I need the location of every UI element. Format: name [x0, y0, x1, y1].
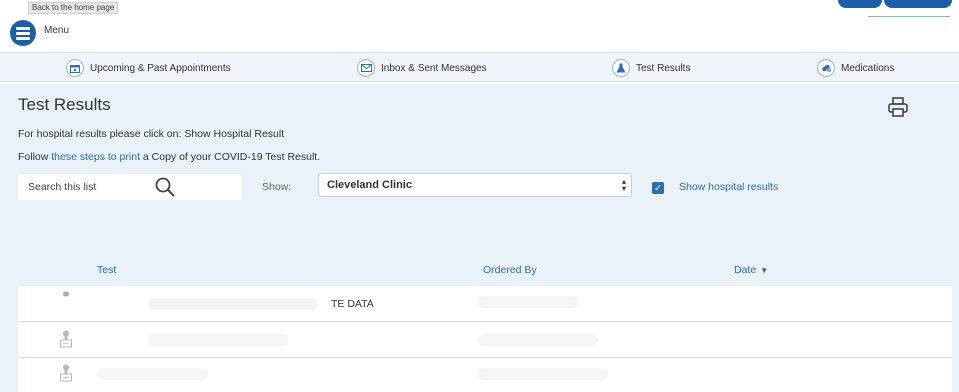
- page-title: Test Results: [18, 95, 111, 114]
- search-icon[interactable]: [154, 176, 176, 198]
- header-action-button[interactable]: [884, 0, 952, 8]
- column-header-ordered-by[interactable]: Ordered By: [483, 264, 537, 276]
- redacted-cell: [98, 368, 208, 380]
- search-input[interactable]: [18, 174, 148, 200]
- nav-medications[interactable]: Medications: [817, 59, 894, 77]
- menu-label[interactable]: Menu: [44, 25, 69, 36]
- calendar-icon: [66, 59, 84, 77]
- hospital-results-note: For hospital results please click on: Sh…: [18, 128, 285, 140]
- redacted-cell: [478, 368, 608, 380]
- show-label: Show:: [262, 181, 292, 193]
- print-steps-link[interactable]: these steps to print: [51, 151, 140, 163]
- show-hospital-label[interactable]: Show hospital results: [679, 181, 778, 193]
- flask-icon: [612, 59, 630, 77]
- table-row[interactable]: [18, 358, 952, 392]
- lab-result-icon: [63, 291, 69, 297]
- table-row[interactable]: [18, 322, 952, 358]
- main-nav: Upcoming & Past Appointments Inbox & Sen…: [0, 52, 959, 82]
- hospital-select-value: Cleveland Clinic: [327, 179, 412, 191]
- lab-result-icon: [60, 330, 72, 348]
- nav-appointments-label: Upcoming & Past Appointments: [90, 62, 231, 74]
- hospital-select[interactable]: Cleveland Clinic ▴ ▾: [318, 173, 632, 197]
- test-name-cell: TE DATA: [331, 298, 374, 310]
- redacted-cell: [478, 334, 598, 346]
- redacted-cell: [148, 298, 318, 310]
- app-header: Back to the home page Menu: [0, 0, 959, 48]
- test-results-panel: Test Results For hospital results please…: [0, 84, 959, 392]
- redacted-cell: [478, 296, 578, 308]
- nav-messages-label: Inbox & Sent Messages: [381, 62, 487, 74]
- menu-button[interactable]: [10, 20, 36, 46]
- nav-appointments[interactable]: Upcoming & Past Appointments: [66, 59, 231, 77]
- header-divider: [868, 16, 950, 17]
- follow-suffix: a Copy of your COVID-19 Test Result.: [142, 151, 321, 163]
- search-box: [18, 174, 242, 200]
- home-tooltip: Back to the home page: [28, 2, 119, 14]
- nav-medications-label: Medications: [841, 62, 895, 74]
- column-header-date-label: Date: [734, 264, 757, 276]
- nav-test-results-label: Test Results: [636, 62, 691, 74]
- show-hospital-checkbox[interactable]: ✓: [652, 182, 664, 194]
- sort-desc-icon[interactable]: ▼: [760, 266, 768, 275]
- print-icon[interactable]: [887, 96, 909, 118]
- pills-icon: [817, 59, 835, 77]
- nav-test-results[interactable]: Test Results: [612, 59, 690, 77]
- column-header-test[interactable]: Test: [97, 264, 116, 276]
- chevron-updown-icon: ▴ ▾: [621, 177, 626, 193]
- header-action-button[interactable]: [838, 0, 882, 8]
- nav-messages[interactable]: Inbox & Sent Messages: [357, 59, 487, 77]
- table-row[interactable]: TE DATA: [18, 286, 952, 322]
- redacted-cell: [148, 334, 288, 346]
- follow-prefix: Follow: [18, 151, 49, 163]
- lab-result-icon: [60, 364, 72, 382]
- covid-print-note: Follow these steps to print a Copy of yo…: [18, 151, 320, 163]
- envelope-icon: [357, 59, 375, 77]
- column-header-date[interactable]: Date ▼: [734, 264, 768, 276]
